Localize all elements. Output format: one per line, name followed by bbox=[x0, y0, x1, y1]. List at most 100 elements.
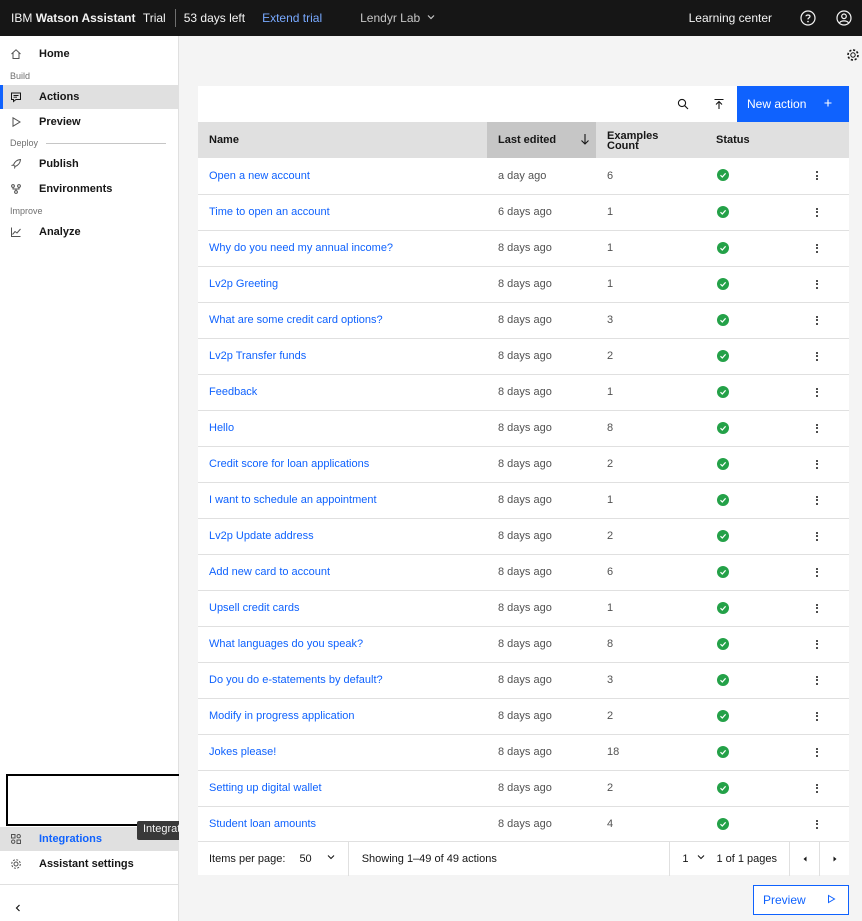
sidebar-item-label: Home bbox=[39, 48, 70, 60]
overflow-menu-icon[interactable] bbox=[785, 158, 849, 194]
action-name-link[interactable]: Add new card to account bbox=[209, 566, 330, 578]
action-name-link[interactable]: What languages do you speak? bbox=[209, 638, 363, 650]
section-label-deploy: Deploy bbox=[10, 138, 39, 148]
action-name-link[interactable]: I want to schedule an appointment bbox=[209, 494, 377, 506]
table-row[interactable]: Feedback 8 days ago 1 bbox=[198, 374, 849, 410]
overflow-menu-icon[interactable] bbox=[785, 338, 849, 374]
last-edited-cell: 8 days ago bbox=[498, 674, 552, 686]
overflow-menu-icon[interactable] bbox=[785, 374, 849, 410]
pagination-bar: Items per page: 50 Showing 1–49 of 49 ac… bbox=[198, 841, 849, 876]
preview-button[interactable]: Preview bbox=[753, 885, 849, 915]
table-row[interactable]: Hello 8 days ago 8 bbox=[198, 410, 849, 446]
table-row[interactable]: What are some credit card options? 8 days… bbox=[198, 302, 849, 338]
action-name-link[interactable]: Hello bbox=[209, 422, 234, 434]
overflow-menu-icon[interactable] bbox=[785, 698, 849, 734]
action-name-link[interactable]: Time to open an account bbox=[209, 206, 330, 218]
sidebar-item-home[interactable]: Home bbox=[0, 42, 178, 66]
table-row[interactable]: Credit score for loan applications 8 days… bbox=[198, 446, 849, 482]
table-row[interactable]: Lv2p Update address 8 days ago 2 bbox=[198, 518, 849, 554]
sidebar-item-publish[interactable]: Publish bbox=[0, 152, 178, 176]
action-name-link[interactable]: Jokes please! bbox=[209, 746, 276, 758]
table-row[interactable]: Time to open an account 6 days ago 1 bbox=[198, 194, 849, 230]
table-row[interactable]: Why do you need my annual income? 8 days … bbox=[198, 230, 849, 266]
upload-icon[interactable] bbox=[701, 86, 737, 122]
examples-count-cell: 1 bbox=[607, 602, 614, 614]
kebab-dots bbox=[816, 207, 818, 217]
page-select[interactable]: 1 bbox=[669, 841, 716, 876]
workspace-switcher[interactable]: Lendyr Lab bbox=[360, 11, 436, 25]
user-avatar-icon[interactable] bbox=[826, 0, 862, 36]
action-name-link[interactable]: Feedback bbox=[209, 386, 257, 398]
overflow-menu-icon[interactable] bbox=[785, 554, 849, 590]
action-name-link[interactable]: Do you do e-statements by default? bbox=[209, 674, 383, 686]
action-name-link[interactable]: Lv2p Greeting bbox=[209, 278, 278, 290]
overflow-menu-icon[interactable] bbox=[785, 194, 849, 230]
previous-page-button[interactable] bbox=[789, 841, 819, 876]
sidebar-item-assistant-settings[interactable]: Assistant settings bbox=[0, 852, 178, 876]
extend-trial-link[interactable]: Extend trial bbox=[262, 11, 322, 25]
sidebar-item-preview[interactable]: Preview bbox=[0, 110, 178, 134]
table-row[interactable]: Jokes please! 8 days ago 18 bbox=[198, 734, 849, 770]
action-name-cell: Student loan amounts bbox=[198, 806, 487, 842]
table-row[interactable]: Lv2p Transfer funds 8 days ago 2 bbox=[198, 338, 849, 374]
column-header-examples-count[interactable]: Examples Count bbox=[596, 122, 705, 158]
help-icon[interactable] bbox=[790, 0, 826, 36]
gear-icon[interactable] bbox=[846, 48, 860, 62]
action-name-link[interactable]: Setting up digital wallet bbox=[209, 782, 322, 794]
table-row[interactable]: Add new card to account 8 days ago 6 bbox=[198, 554, 849, 590]
overflow-menu-icon[interactable] bbox=[785, 482, 849, 518]
column-header-status[interactable]: Status bbox=[705, 122, 785, 158]
overflow-menu-icon[interactable] bbox=[785, 410, 849, 446]
overflow-menu-icon[interactable] bbox=[785, 806, 849, 842]
overflow-menu-icon[interactable] bbox=[785, 662, 849, 698]
new-action-button[interactable]: New action bbox=[737, 86, 849, 122]
action-name-link[interactable]: Why do you need my annual income? bbox=[209, 242, 393, 254]
sidebar-item-environments[interactable]: Environments bbox=[0, 177, 178, 201]
action-name-link[interactable]: Lv2p Transfer funds bbox=[209, 350, 306, 362]
sidebar-item-actions[interactable]: Actions bbox=[0, 85, 178, 109]
action-name-link[interactable]: What are some credit card options? bbox=[209, 314, 383, 326]
overflow-menu-icon[interactable] bbox=[785, 518, 849, 554]
collapse-sidebar-icon[interactable] bbox=[10, 900, 26, 916]
table-row[interactable]: Upsell credit cards 8 days ago 1 bbox=[198, 590, 849, 626]
table-row[interactable]: Student loan amounts 8 days ago 4 bbox=[198, 806, 849, 842]
overflow-menu-icon[interactable] bbox=[785, 446, 849, 482]
action-name-link[interactable]: Student loan amounts bbox=[209, 818, 316, 830]
table-row[interactable]: What languages do you speak? 8 days ago 8 bbox=[198, 626, 849, 662]
action-name-link[interactable]: Upsell credit cards bbox=[209, 602, 299, 614]
items-per-page-select[interactable]: 50 bbox=[299, 841, 349, 876]
sidebar-item-analyze[interactable]: Analyze bbox=[0, 220, 178, 244]
table-row[interactable]: I want to schedule an appointment 8 days … bbox=[198, 482, 849, 518]
overflow-menu-icon[interactable] bbox=[785, 626, 849, 662]
table-row[interactable]: Modify in progress application 8 days ago… bbox=[198, 698, 849, 734]
action-name-link[interactable]: Lv2p Update address bbox=[209, 530, 314, 542]
action-name-link[interactable]: Open a new account bbox=[209, 170, 310, 182]
search-icon[interactable] bbox=[665, 86, 701, 122]
actions-table-container: New action Name Last edited Examples Cou… bbox=[198, 86, 849, 843]
next-page-button[interactable] bbox=[819, 841, 849, 876]
kebab-dots bbox=[816, 639, 818, 649]
home-icon bbox=[10, 48, 22, 60]
action-name-link[interactable]: Credit score for loan applications bbox=[209, 458, 369, 470]
table-row[interactable]: Do you do e-statements by default? 8 days… bbox=[198, 662, 849, 698]
learning-center-link[interactable]: Learning center bbox=[689, 11, 772, 25]
status-cell bbox=[705, 230, 785, 266]
overflow-menu-icon[interactable] bbox=[785, 266, 849, 302]
table-row[interactable]: Open a new account a day ago 6 bbox=[198, 158, 849, 194]
sidebar-item-label: Environments bbox=[39, 183, 113, 195]
action-name-cell: Jokes please! bbox=[198, 734, 487, 770]
overflow-menu-icon[interactable] bbox=[785, 734, 849, 770]
kebab-dots bbox=[816, 495, 818, 505]
table-row[interactable]: Lv2p Greeting 8 days ago 1 bbox=[198, 266, 849, 302]
overflow-menu-icon[interactable] bbox=[785, 590, 849, 626]
table-row[interactable]: Setting up digital wallet 8 days ago 2 bbox=[198, 770, 849, 806]
overflow-menu-icon[interactable] bbox=[785, 302, 849, 338]
column-header-last-edited[interactable]: Last edited bbox=[487, 122, 596, 158]
action-name-link[interactable]: Modify in progress application bbox=[209, 710, 355, 722]
product-name[interactable]: IBM Watson Assistant Trial bbox=[0, 11, 166, 25]
workspace-name: Lendyr Lab bbox=[360, 11, 421, 25]
column-header-name[interactable]: Name bbox=[198, 122, 487, 158]
column-header-label: Last edited bbox=[498, 134, 557, 146]
overflow-menu-icon[interactable] bbox=[785, 770, 849, 806]
overflow-menu-icon[interactable] bbox=[785, 230, 849, 266]
